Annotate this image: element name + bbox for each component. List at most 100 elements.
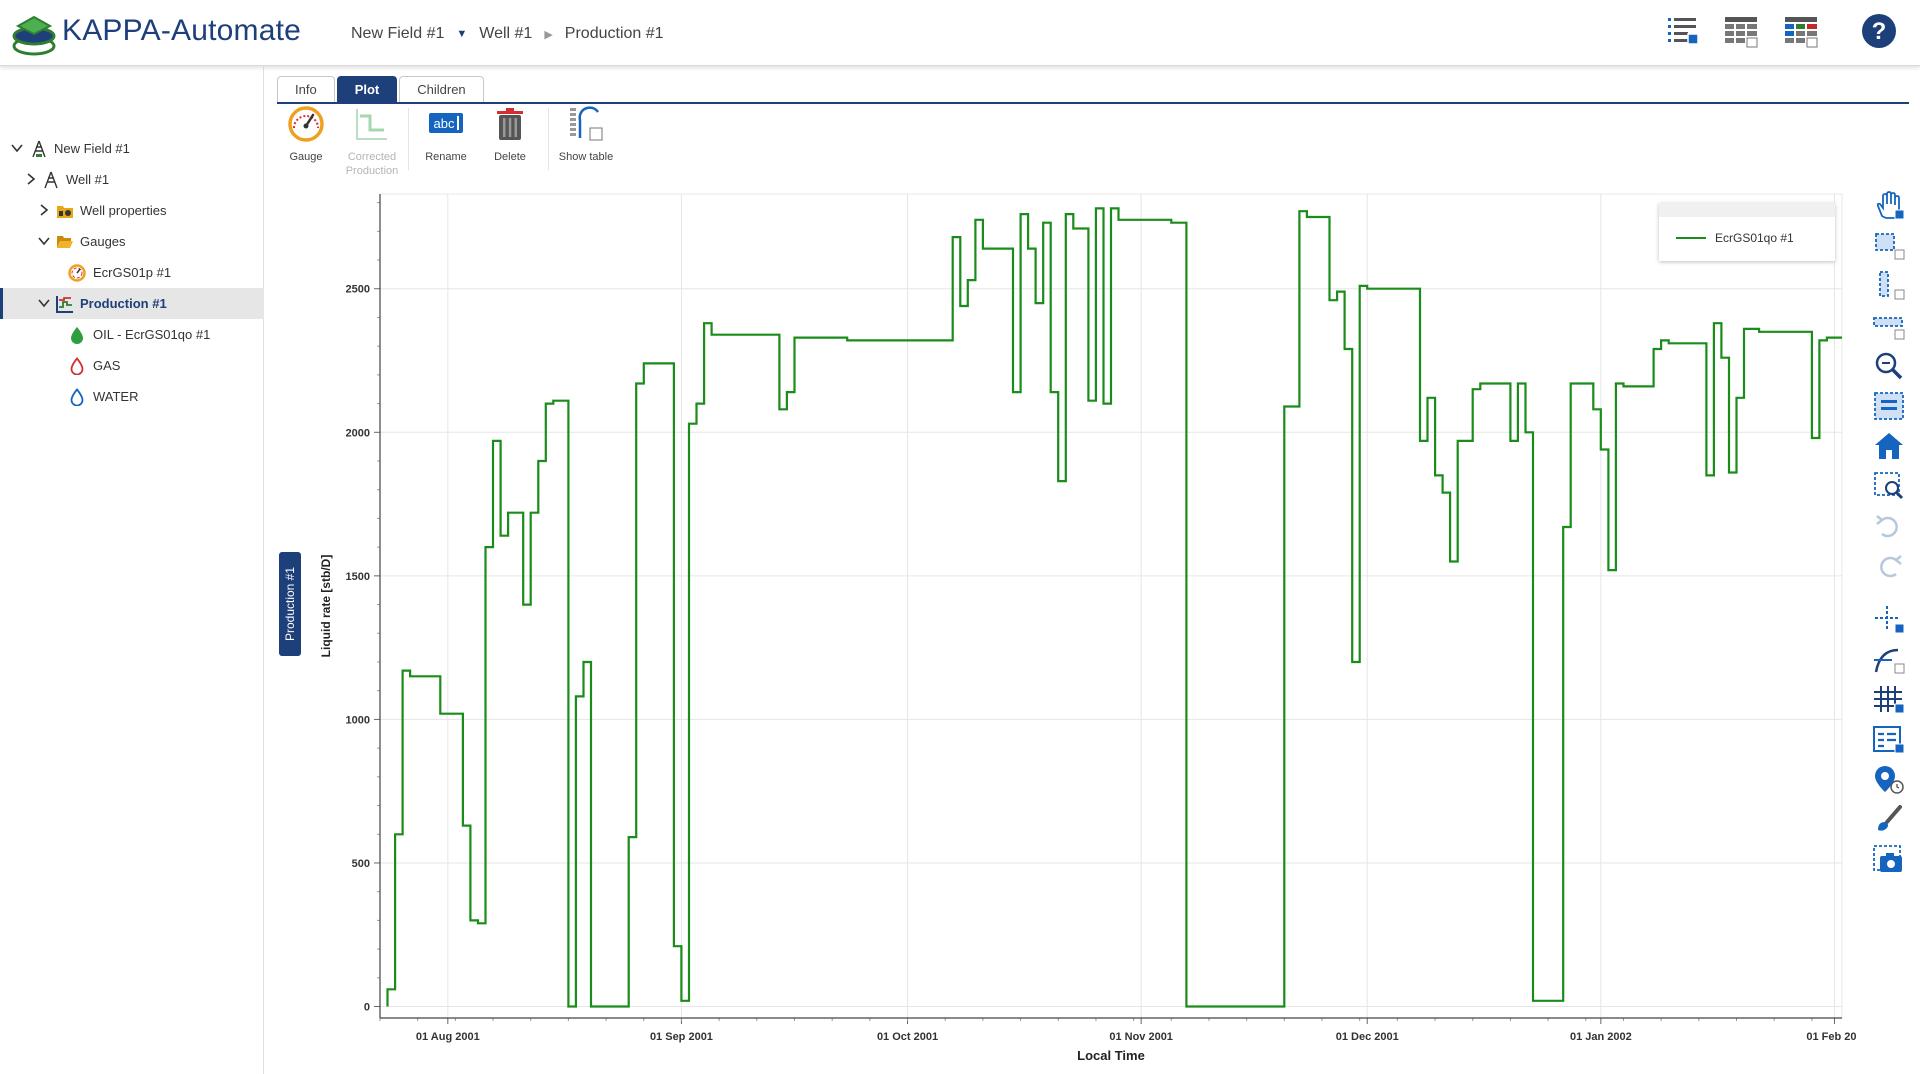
zoom-icon <box>1875 352 1903 380</box>
y-tick-label: 2000 <box>346 427 370 439</box>
chevron-down-icon[interactable] <box>38 235 50 247</box>
caret-down-icon[interactable]: ▼ <box>456 28 467 40</box>
plot-area[interactable]: 0 500 1000 1500 2000 2500 01 Aug 2001 01 Sep 20… <box>276 188 1856 1068</box>
breadcrumb-well[interactable]: Well #1 <box>479 25 532 43</box>
breadcrumb-production[interactable]: Production #1 <box>565 25 664 43</box>
grid-view-icon[interactable] <box>1722 12 1760 50</box>
zoom-button[interactable] <box>1872 350 1906 382</box>
x-tick-label: 01 Sep 2001 <box>650 1031 713 1043</box>
vertical-select-button[interactable] <box>1872 270 1906 302</box>
camera-button[interactable] <box>1872 844 1906 876</box>
delete-label: Delete <box>494 151 526 163</box>
tab-children[interactable]: Children <box>399 76 484 103</box>
grid-toggle-button[interactable] <box>1872 684 1906 716</box>
home-button[interactable] <box>1872 430 1906 462</box>
kappa-logo-icon <box>12 15 56 56</box>
gauge-icon <box>288 106 324 142</box>
legend-swatch <box>1676 237 1706 239</box>
tree-label: Gauges <box>80 234 126 249</box>
horizontal-select-button[interactable] <box>1872 310 1906 342</box>
legend-toggle-button[interactable] <box>1872 724 1906 756</box>
well-derrick-icon <box>44 171 58 189</box>
production-chart[interactable]: 0 500 1000 1500 2000 2500 01 Aug 2001 01 Sep 20… <box>276 188 1856 1068</box>
rename-icon: abc <box>429 113 463 133</box>
fit-zoom-icon <box>1874 472 1904 500</box>
x-tick-label: 01 Oct 2001 <box>877 1031 938 1043</box>
tree-item-water[interactable]: WATER <box>0 381 264 412</box>
help-icon[interactable]: ? <box>1859 11 1899 51</box>
chart-legend[interactable]: EcrGS01qo #1 <box>1659 203 1835 261</box>
corrected-production-icon <box>356 109 387 140</box>
chevron-right-icon: ▶ <box>544 28 553 41</box>
folder-open-icon <box>57 236 73 248</box>
box-select-icon <box>1875 233 1905 260</box>
gas-drop-icon <box>70 357 84 375</box>
tree-item-gauges[interactable]: Gauges <box>0 226 264 257</box>
tree-item-new-field[interactable]: New Field #1 <box>0 133 264 164</box>
tree-item-gauge-ecrgs01p[interactable]: EcrGS01p #1 <box>0 257 264 288</box>
view-tabs: Info Plot Children <box>277 76 486 103</box>
delete-button[interactable]: Delete <box>478 104 542 180</box>
legend-label: EcrGS01qo #1 <box>1715 231 1794 245</box>
tree-item-well[interactable]: Well #1 <box>0 164 264 195</box>
chevron-down-icon[interactable] <box>38 297 50 309</box>
tree-label: OIL - EcrGS01qo #1 <box>93 327 211 342</box>
app-root: KAPPA-Automate New Field #1 ▼ Well #1 ▶ … <box>0 0 1920 1074</box>
tab-info[interactable]: Info <box>277 76 335 103</box>
chevron-down-icon[interactable] <box>11 142 23 154</box>
app-title: KAPPA-Automate <box>62 14 302 47</box>
x-tick-label: 01 Dec 2001 <box>1336 1031 1399 1043</box>
crosshair-icon <box>1875 606 1905 634</box>
box-select-button[interactable] <box>1872 230 1906 262</box>
corrected-production-label: Corrected Production <box>345 151 399 177</box>
tree-label: GAS <box>93 358 121 373</box>
field-derrick-icon <box>32 140 46 158</box>
zoom-box-icon <box>1874 392 1904 420</box>
tree-item-oil[interactable]: OIL - EcrGS01qo #1 <box>0 319 264 350</box>
tree-label: Well properties <box>80 203 167 218</box>
list-settings-icon[interactable] <box>1664 12 1702 50</box>
time-pin-icon <box>1875 766 1904 794</box>
home-icon <box>1875 433 1903 459</box>
oil-drop-icon <box>71 327 83 344</box>
brush-button[interactable] <box>1872 804 1906 836</box>
fit-zoom-button[interactable] <box>1872 470 1906 502</box>
y-axis-label: Liquid rate [stb/D] <box>319 555 333 658</box>
breadcrumb-field[interactable]: New Field #1 <box>351 25 444 43</box>
crosshair-button[interactable] <box>1872 604 1906 636</box>
pan-icon <box>1876 191 1905 220</box>
x-axis-label: Local Time <box>1077 1048 1145 1063</box>
x-tick-label: 01 Aug 2001 <box>416 1031 480 1043</box>
chevron-right-icon[interactable] <box>25 173 37 185</box>
show-table-icon <box>570 106 603 141</box>
x-tick-label: 01 Feb 200 <box>1806 1031 1856 1043</box>
zoom-box-button[interactable] <box>1872 390 1906 422</box>
show-table-button[interactable]: Show table <box>554 104 618 180</box>
tree-item-production[interactable]: Production #1 <box>0 288 264 319</box>
legend-header <box>1659 203 1835 217</box>
tree-label: New Field #1 <box>54 141 130 156</box>
camera-icon <box>1873 845 1902 872</box>
pan-tool-button[interactable] <box>1872 190 1906 222</box>
water-drop-icon <box>70 388 84 406</box>
time-pin-button[interactable] <box>1872 764 1906 796</box>
breadcrumb: New Field #1 ▼ Well #1 ▶ Production #1 <box>351 25 664 43</box>
y-tick-label: 1000 <box>346 714 370 726</box>
tree-item-gas[interactable]: GAS <box>0 350 264 381</box>
folder-properties-icon <box>57 206 73 218</box>
chevron-right-icon[interactable] <box>38 204 50 216</box>
redo-button[interactable] <box>1872 550 1906 582</box>
curve-select-button[interactable] <box>1872 644 1906 676</box>
undo-button[interactable] <box>1872 510 1906 542</box>
tree-item-well-properties[interactable]: Well properties <box>0 195 264 226</box>
x-tick-label: 01 Jan 2002 <box>1570 1031 1632 1043</box>
tab-plot[interactable]: Plot <box>336 76 398 103</box>
toolbar-divider <box>548 108 549 170</box>
rename-button[interactable]: abc Rename <box>414 104 478 180</box>
gauge-button[interactable]: Gauge <box>274 104 338 180</box>
corrected-production-button[interactable]: Corrected Production <box>340 104 404 180</box>
colored-grid-icon[interactable] <box>1782 12 1820 50</box>
svg-text:abc: abc <box>434 116 455 131</box>
brush-icon <box>1878 805 1902 831</box>
undo-icon <box>1876 515 1898 538</box>
